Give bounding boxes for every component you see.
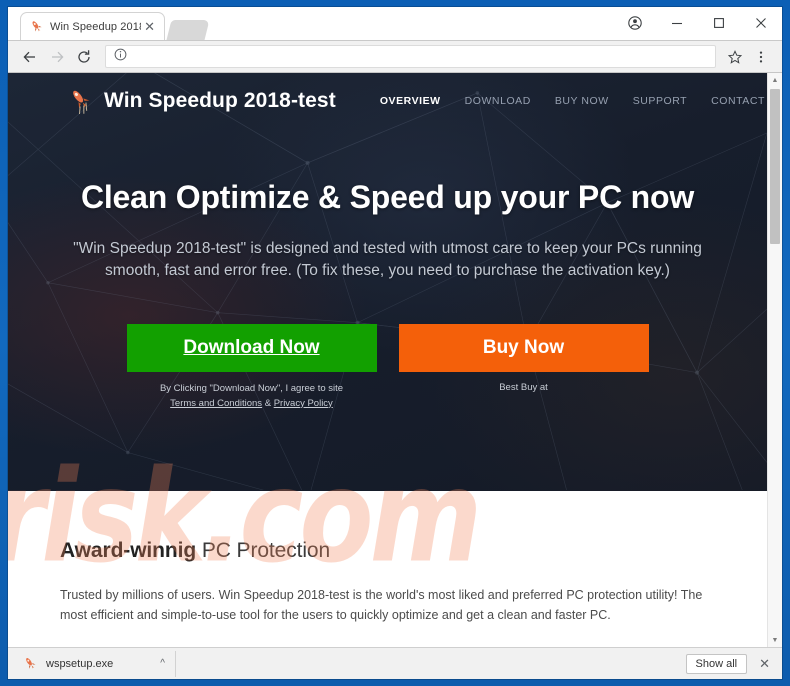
star-icon[interactable] bbox=[722, 43, 748, 70]
scrollbar-down-arrow-icon[interactable]: ▼ bbox=[768, 633, 782, 647]
download-cta-group: Download Now By Clicking "Download Now",… bbox=[126, 324, 377, 411]
download-file-name: wspsetup.exe bbox=[46, 657, 114, 670]
section-title: Award-winnig PC Protection bbox=[60, 539, 719, 563]
cta-button-row: Download Now By Clicking "Download Now",… bbox=[54, 324, 721, 411]
info-circle-icon[interactable] bbox=[114, 48, 127, 66]
rocket-file-icon bbox=[22, 656, 38, 672]
buy-cta-group: Buy Now Best Buy at bbox=[398, 324, 649, 411]
hero-section: Win Speedup 2018-test OVERVIEW DOWNLOAD … bbox=[8, 73, 767, 491]
section-body-text: Trusted by millions of users. Win Speedu… bbox=[60, 588, 703, 623]
section-title-bold: Award-winnig bbox=[60, 539, 197, 562]
download-disclaimer-text: By Clicking "Download Now", I agree to s… bbox=[159, 383, 344, 394]
rocket-icon bbox=[64, 88, 94, 117]
forward-arrow-icon bbox=[43, 43, 70, 70]
tab-strip: Win Speedup 2018-test- ✕ bbox=[8, 7, 782, 40]
toolbar-right-group bbox=[722, 43, 774, 70]
privacy-policy-link[interactable]: Privacy Policy bbox=[274, 398, 333, 409]
buy-now-button[interactable]: Buy Now bbox=[398, 324, 649, 372]
kebab-menu-icon[interactable] bbox=[748, 43, 774, 70]
chevron-up-icon[interactable]: ^ bbox=[156, 658, 169, 669]
page-scrollbar[interactable]: ▲ ▼ bbox=[767, 73, 782, 647]
nav-item-overview[interactable]: OVERVIEW bbox=[380, 95, 441, 107]
browser-window: Win Speedup 2018-test- ✕ bbox=[8, 7, 782, 679]
nav-item-download[interactable]: DOWNLOAD bbox=[465, 95, 531, 107]
hero-headline: Clean Optimize & Speed up your PC now bbox=[80, 179, 695, 215]
download-shelf: wspsetup.exe ^ Show all ✕ bbox=[8, 647, 782, 679]
download-shelf-close-icon[interactable]: ✕ bbox=[755, 656, 774, 672]
site-header: Win Speedup 2018-test OVERVIEW DOWNLOAD … bbox=[8, 73, 767, 129]
hero-content: Win Speedup 2018-test OVERVIEW DOWNLOAD … bbox=[8, 73, 767, 411]
disclaimer-ampersand: & bbox=[264, 397, 272, 409]
nav-item-support[interactable]: SUPPORT bbox=[633, 95, 687, 107]
hero-copy: Clean Optimize & Speed up your PC now "W… bbox=[8, 179, 767, 411]
section-title-rest: PC Protection bbox=[196, 539, 331, 562]
nav-item-buy-now[interactable]: BUY NOW bbox=[555, 95, 609, 107]
rocket-icon bbox=[29, 19, 44, 34]
brand-name: Win Speedup 2018-test bbox=[104, 89, 336, 112]
window-controls bbox=[614, 7, 782, 39]
reload-icon[interactable] bbox=[70, 43, 97, 70]
new-tab-ghost[interactable] bbox=[166, 20, 210, 40]
terms-and-conditions-link[interactable]: Terms and Conditions bbox=[170, 398, 262, 409]
download-now-button[interactable]: Download Now bbox=[126, 324, 377, 372]
scrollbar-up-arrow-icon[interactable]: ▲ bbox=[768, 73, 782, 87]
download-item[interactable]: wspsetup.exe ^ bbox=[18, 650, 176, 677]
browser-toolbar bbox=[8, 40, 782, 73]
desktop-background: Win Speedup 2018-test- ✕ bbox=[0, 0, 790, 686]
site-navigation: OVERVIEW DOWNLOAD BUY NOW SUPPORT CONTAC… bbox=[380, 95, 767, 107]
tab-title: Win Speedup 2018-test- bbox=[50, 20, 141, 33]
scrollbar-thumb[interactable] bbox=[770, 89, 780, 244]
address-bar[interactable] bbox=[105, 45, 716, 68]
web-page: Win Speedup 2018-test OVERVIEW DOWNLOAD … bbox=[8, 73, 767, 647]
buy-note: Best Buy at bbox=[499, 382, 548, 393]
nav-item-contact-us[interactable]: CONTACT US bbox=[711, 95, 767, 107]
back-arrow-icon[interactable] bbox=[16, 43, 43, 70]
download-disclaimer: By Clicking "Download Now", I agree to s… bbox=[127, 382, 377, 411]
page-viewport: Win Speedup 2018-test OVERVIEW DOWNLOAD … bbox=[8, 73, 782, 647]
brand-logo-group[interactable]: Win Speedup 2018-test bbox=[64, 88, 336, 117]
hero-subtext: "Win Speedup 2018-test" is designed and … bbox=[73, 240, 702, 279]
window-close-icon[interactable] bbox=[740, 7, 782, 39]
features-section: Award-winnig PC Protection Trusted by mi… bbox=[8, 491, 767, 626]
maximize-icon[interactable] bbox=[698, 7, 740, 39]
profile-icon[interactable] bbox=[614, 7, 656, 39]
minimize-icon[interactable] bbox=[656, 7, 698, 39]
show-all-downloads-button[interactable]: Show all bbox=[685, 653, 748, 674]
browser-tab[interactable]: Win Speedup 2018-test- ✕ bbox=[20, 12, 165, 40]
tab-close-icon[interactable]: ✕ bbox=[141, 18, 158, 35]
